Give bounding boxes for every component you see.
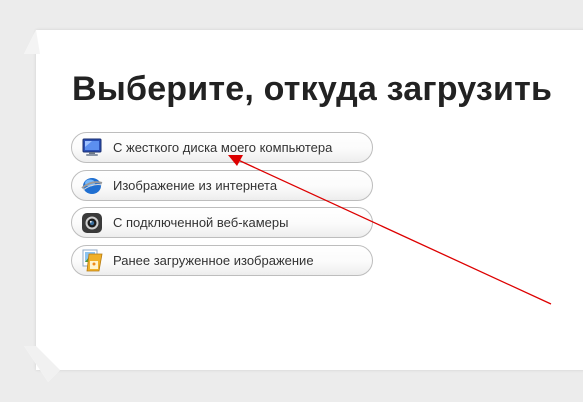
option-internet-button[interactable]: Изображение из интернета xyxy=(71,169,373,201)
option-previous-image-button[interactable]: Ранее загруженное изображение xyxy=(71,244,373,276)
page-stage: Выберите, откуда загрузить С жесткого ди… xyxy=(0,0,583,402)
webcam-icon xyxy=(80,211,104,235)
computer-icon xyxy=(80,136,104,160)
option-label: Ранее загруженное изображение xyxy=(113,252,314,268)
panel-corner-fold-top xyxy=(24,30,52,54)
page-title: Выберите, откуда загрузить xyxy=(72,70,553,108)
option-label: Изображение из интернета xyxy=(113,177,278,193)
option-label: С подключенной веб-камеры xyxy=(113,215,289,230)
panel-corner-fold-bottom xyxy=(24,346,60,382)
photos-icon xyxy=(80,248,104,272)
option-webcam-button[interactable]: С подключенной веб-камеры xyxy=(71,207,373,238)
upload-source-list: С жесткого диска моего компьютера Изобра… xyxy=(71,132,373,282)
option-label: С жесткого диска моего компьютера xyxy=(113,140,333,155)
option-hard-disk-button[interactable]: С жесткого диска моего компьютера xyxy=(71,132,373,163)
globe-icon xyxy=(80,173,104,197)
